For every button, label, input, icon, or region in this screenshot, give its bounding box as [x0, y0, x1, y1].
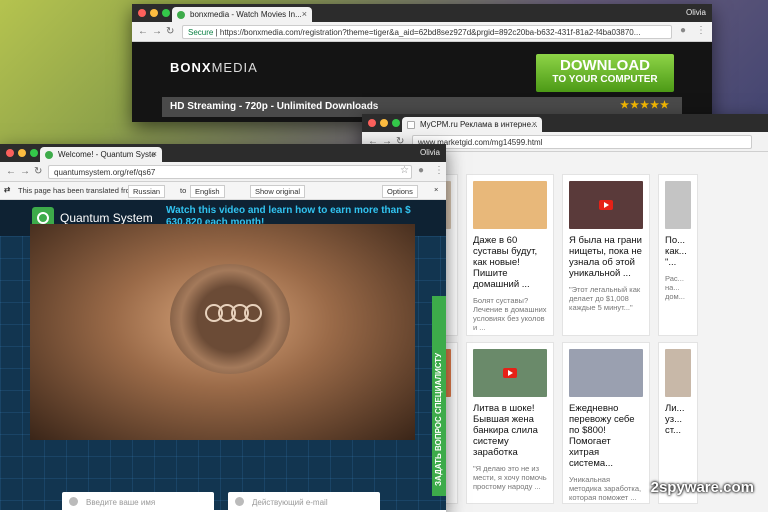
- download-sublabel: TO YOUR COMPUTER: [552, 74, 658, 85]
- menu-icon[interactable]: ⋮: [434, 165, 444, 176]
- browser-tab[interactable]: MyCPM.ru Реклама в интерне... ×: [402, 117, 542, 132]
- close-translate-icon[interactable]: ×: [434, 185, 438, 194]
- url-text: https://bonxmedia.com/registration?theme…: [219, 28, 641, 37]
- mail-icon: [235, 497, 244, 506]
- bookmark-star-icon[interactable]: ☆: [400, 165, 409, 176]
- address-bar: ← → ↻ quantumsystem.org/ref/qs67 ☆ ● ⋮: [0, 162, 446, 182]
- browser-tab[interactable]: bonxmedia - Watch Movies In... ×: [172, 7, 312, 22]
- bonxmedia-window: bonxmedia - Watch Movies In... × Olivia …: [132, 4, 712, 122]
- url-input[interactable]: Secure | https://bonxmedia.com/registrat…: [182, 25, 672, 39]
- ad-headline[interactable]: Даже в 60 суставы будут, как новые! Пиши…: [473, 235, 547, 290]
- url-input[interactable]: quantumsystem.org/ref/qs67: [48, 165, 412, 179]
- tab-favicon-icon: [177, 11, 185, 19]
- tab-favicon-icon: [45, 151, 53, 159]
- profile-name[interactable]: Olivia: [686, 8, 706, 17]
- forward-icon[interactable]: →: [152, 26, 162, 37]
- user-icon: [69, 497, 78, 506]
- globe-icon[interactable]: ●: [418, 165, 424, 176]
- ad-thumbnail[interactable]: [473, 349, 547, 397]
- tab-title: MyCPM.ru Реклама в интерне...: [420, 120, 538, 129]
- translate-bar: ⇄ This page has been translated from Rus…: [0, 182, 446, 200]
- audi-rings-icon: [205, 304, 262, 322]
- close-tab-icon[interactable]: ×: [302, 9, 307, 19]
- ad-preview: Рас... на... дом...: [665, 274, 685, 301]
- options-select[interactable]: Options: [382, 185, 418, 198]
- banner-text: HD Streaming - 720p - Unlimited Download…: [170, 101, 379, 112]
- reload-icon[interactable]: ↻: [34, 166, 42, 177]
- email-field[interactable]: Действующий e-mail: [228, 492, 380, 512]
- ad-thumbnail[interactable]: [569, 349, 643, 397]
- download-label: DOWNLOAD: [560, 57, 650, 74]
- ad-thumbnail[interactable]: [569, 181, 643, 229]
- browser-tab[interactable]: Welcome! - Quantum Syste ×: [40, 147, 162, 162]
- quantum-window: Welcome! - Quantum Syste × Olivia ← → ↻ …: [0, 144, 446, 512]
- ad-thumbnail[interactable]: [665, 181, 691, 229]
- name-field[interactable]: Введите ваше имя: [62, 492, 214, 512]
- window-controls[interactable]: [368, 119, 400, 127]
- ask-specialist-tab[interactable]: ЗАДАТЬ ВОПРОС СПЕЦИАЛИСТУ: [432, 296, 446, 496]
- site-logo-text: Quantum System: [60, 211, 153, 225]
- play-icon: [599, 200, 613, 210]
- ad-preview: "Я делаю это не из мести, я хочу помочь …: [473, 464, 547, 491]
- translate-text: This page has been translated from: [18, 186, 136, 195]
- ad-headline[interactable]: Ежедневно перевожу себе по $800! Помогае…: [569, 403, 643, 469]
- forward-icon[interactable]: →: [20, 166, 30, 177]
- ad-headline[interactable]: Я была на грани нищеты, пока не узнала о…: [569, 235, 643, 279]
- from-language-select[interactable]: Russian: [128, 185, 166, 198]
- bonx-page: BONXMEDIA DOWNLOAD TO YOUR COMPUTER HD S…: [132, 42, 712, 122]
- url-text: quantumsystem.org/ref/qs67: [54, 168, 156, 177]
- close-tab-icon[interactable]: ×: [152, 149, 157, 159]
- tab-favicon-icon: [407, 121, 415, 129]
- rating-stars-icon: ★★★★★: [620, 100, 670, 111]
- ad-headline[interactable]: Литва в шоке! Бывшая жена банкира слила …: [473, 403, 547, 458]
- to-word: to: [180, 186, 187, 195]
- ad-card[interactable]: Я была на грани нищеты, пока не узнала о…: [562, 174, 650, 336]
- back-icon[interactable]: ←: [6, 166, 16, 177]
- bonx-logo[interactable]: BONXMEDIA: [170, 60, 258, 75]
- reload-icon[interactable]: ↻: [166, 26, 174, 37]
- title-bar: MyCPM.ru Реклама в интерне... ×: [362, 114, 768, 132]
- translate-icon: ⇄: [4, 185, 11, 194]
- title-bar: Welcome! - Quantum Syste × Olivia: [0, 144, 446, 162]
- show-original-button[interactable]: Show original: [250, 185, 306, 198]
- secure-badge: Secure: [188, 28, 214, 37]
- title-bar: bonxmedia - Watch Movies In... × Olivia: [132, 4, 712, 22]
- play-icon: [503, 368, 517, 378]
- to-language-select[interactable]: English: [190, 185, 225, 198]
- ad-headline[interactable]: Ли... уз... ст...: [665, 403, 691, 436]
- video-player[interactable]: [30, 224, 415, 440]
- address-bar: ← → ↻ Secure | https://bonxmedia.com/reg…: [132, 22, 712, 42]
- email-placeholder: Действующий e-mail: [252, 498, 328, 507]
- tab-title: Welcome! - Quantum Syste: [58, 150, 156, 159]
- ad-card[interactable]: Литва в шоке! Бывшая жена банкира слила …: [466, 342, 554, 504]
- url-input[interactable]: www.marketgid.com/mg14599.html: [412, 135, 752, 149]
- download-button[interactable]: DOWNLOAD TO YOUR COMPUTER: [536, 54, 674, 92]
- tab-title: bonxmedia - Watch Movies In...: [190, 10, 302, 19]
- menu-icon[interactable]: ⋮: [696, 25, 706, 36]
- window-controls[interactable]: [138, 9, 170, 17]
- back-icon[interactable]: ←: [138, 26, 148, 37]
- ad-preview: "Этот легальный как делает до $1,008 каж…: [569, 285, 641, 312]
- window-controls[interactable]: [6, 149, 38, 157]
- spyware-watermark: 2spyware.com: [650, 479, 754, 496]
- name-placeholder: Введите ваше имя: [86, 498, 156, 507]
- globe-icon[interactable]: ●: [680, 25, 686, 36]
- ad-card[interactable]: Даже в 60 суставы будут, как новые! Пиши…: [466, 174, 554, 336]
- profile-name[interactable]: Olivia: [420, 148, 440, 157]
- ad-thumbnail[interactable]: [665, 349, 691, 397]
- ad-card[interactable]: Ежедневно перевожу себе по $800! Помогае…: [562, 342, 650, 504]
- ad-preview: Болят суставы? Лечение в домашних услови…: [473, 296, 547, 332]
- ad-card[interactable]: По... как... "... Рас... на... дом...: [658, 174, 698, 336]
- ad-headline[interactable]: По... как... "...: [665, 235, 691, 268]
- ask-specialist-label: ЗАДАТЬ ВОПРОС СПЕЦИАЛИСТУ: [434, 352, 443, 486]
- ad-thumbnail[interactable]: [473, 181, 547, 229]
- close-tab-icon[interactable]: ×: [532, 119, 537, 129]
- ad-preview: Уникальная методика заработка, которая п…: [569, 475, 642, 502]
